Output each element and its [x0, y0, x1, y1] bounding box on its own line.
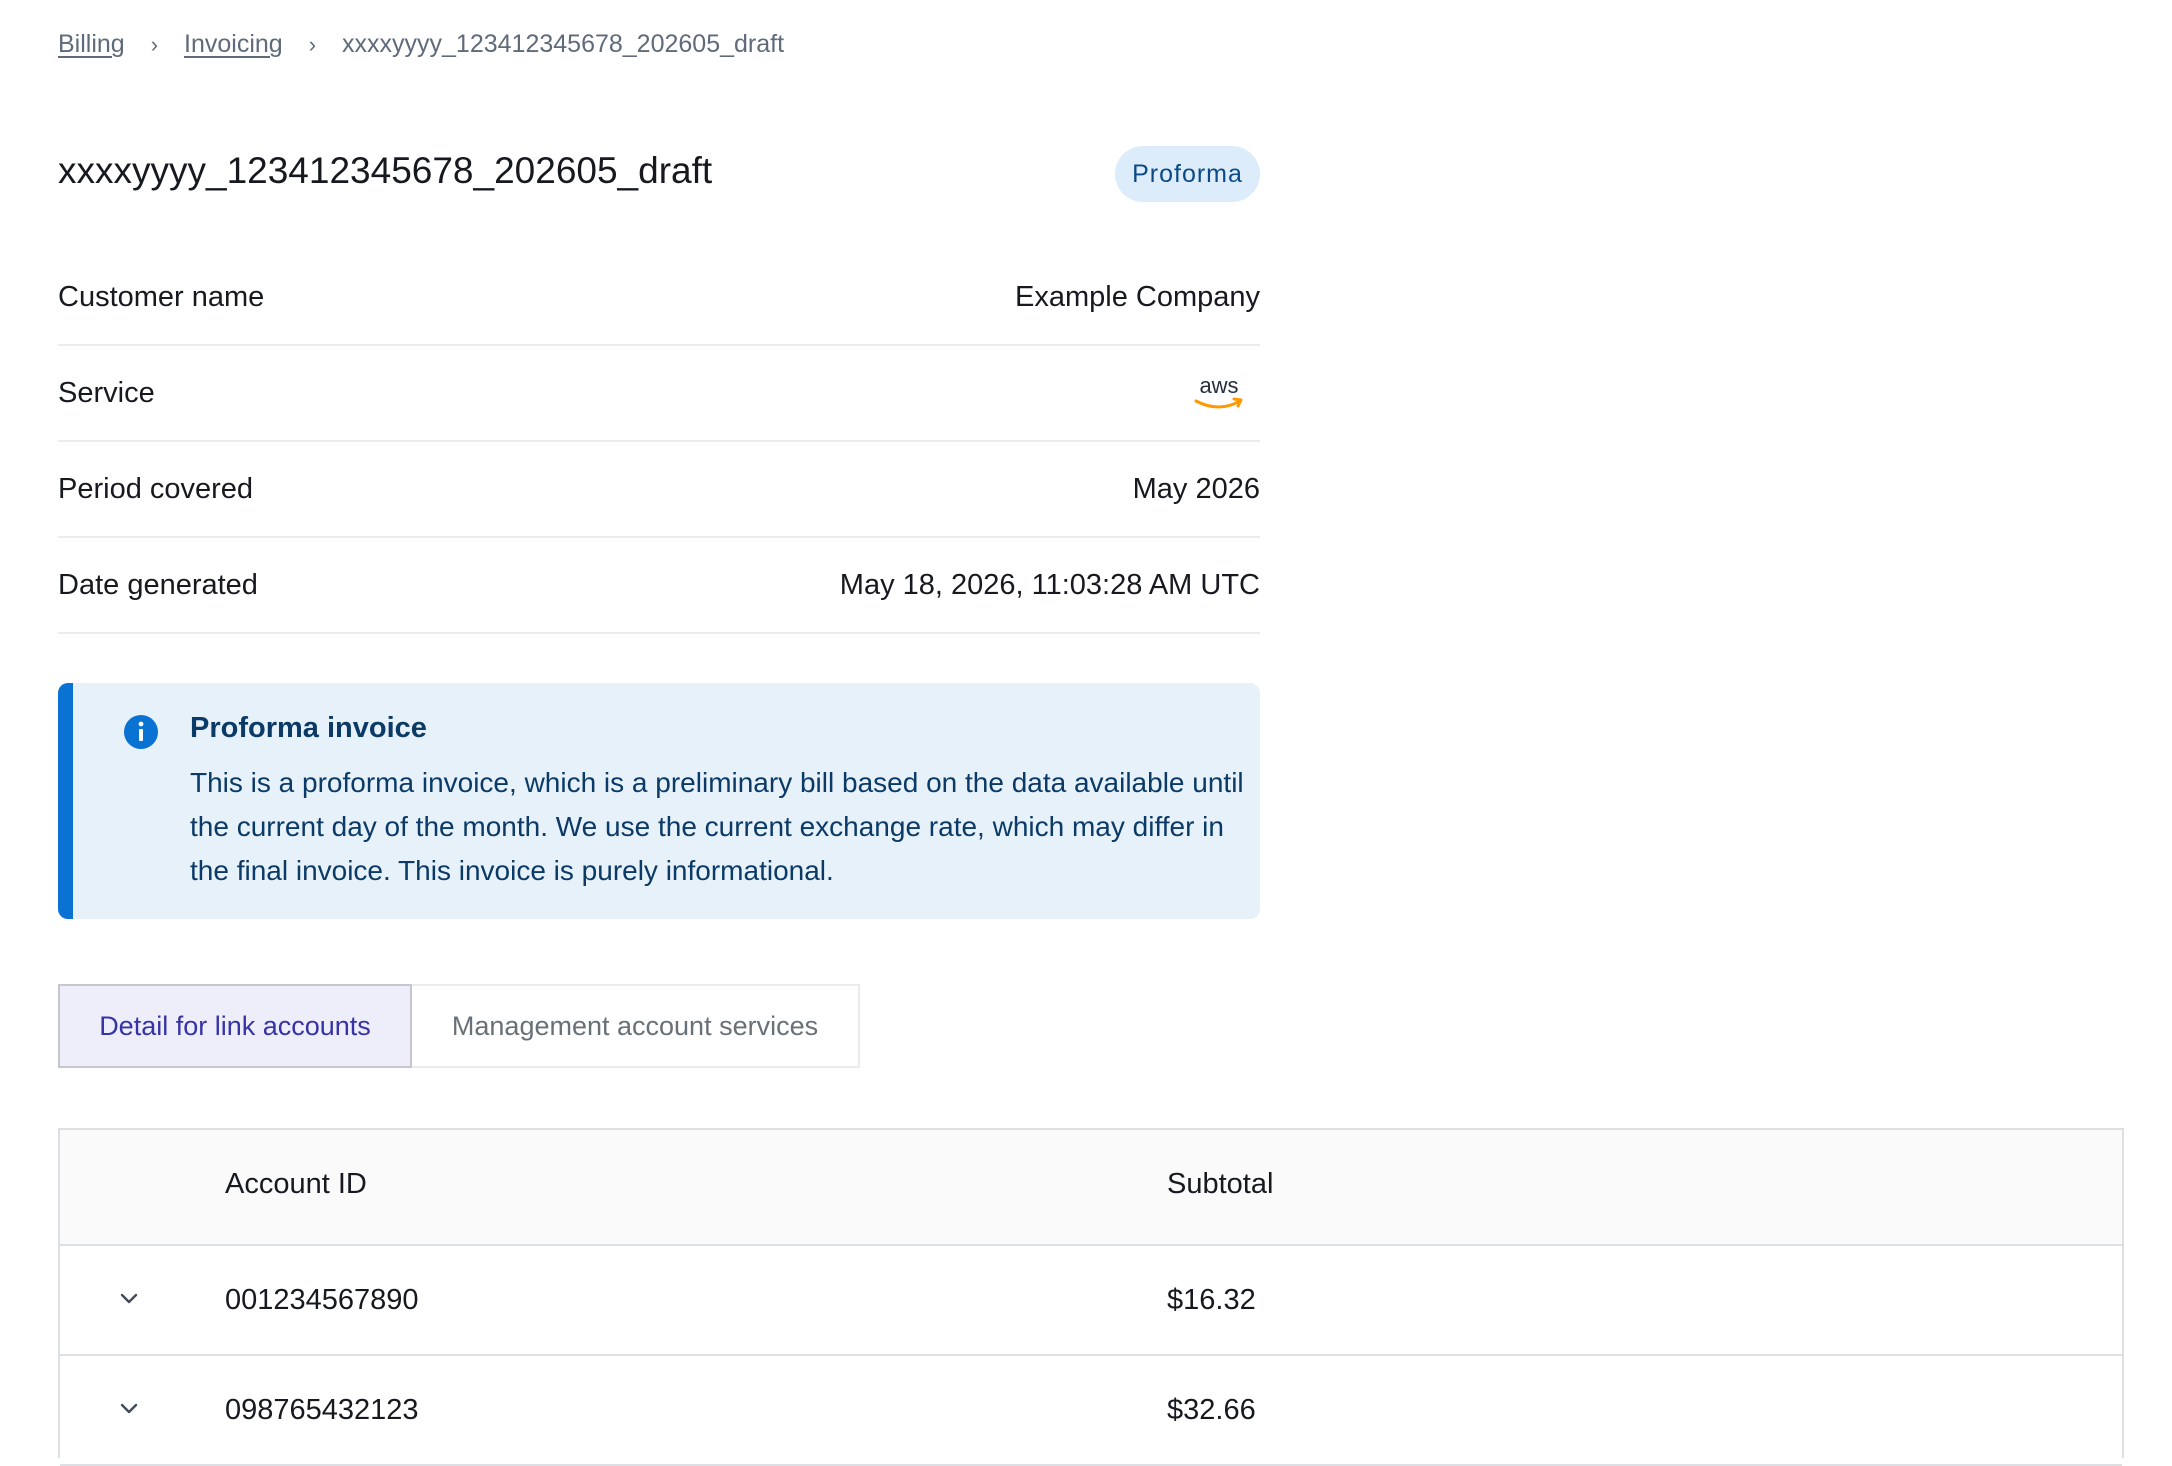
period-label: Period covered: [58, 472, 254, 505]
account-id-cell: 001234567890: [225, 1284, 419, 1316]
customer-name-row: Customer name Example Company: [58, 250, 1260, 346]
table-row: 001234567890 $16.32: [60, 1246, 2122, 1356]
customer-name-value: Example Company: [1015, 280, 1260, 313]
info-icon: [124, 715, 158, 749]
chevron-right-icon: ›: [308, 31, 317, 57]
status-badge: Proforma: [1115, 146, 1260, 202]
svg-text:aws: aws: [1199, 373, 1238, 398]
date-generated-row: Date generated May 18, 2026, 11:03:28 AM…: [58, 538, 1260, 634]
table-header: Account ID Subtotal: [60, 1130, 2122, 1246]
accounts-table: Account ID Subtotal 001234567890 $16.32 …: [58, 1128, 2124, 1466]
column-header-account-id[interactable]: Account ID: [225, 1168, 367, 1201]
invoice-details: Customer name Example Company Service aw…: [58, 250, 1260, 634]
chevron-down-icon[interactable]: [114, 1394, 144, 1424]
chevron-down-icon[interactable]: [114, 1284, 144, 1314]
tab-bar: Detail for link accounts Management acco…: [58, 984, 860, 1068]
breadcrumb-billing-link[interactable]: Billing: [58, 30, 125, 59]
alert-title: Proforma invoice: [190, 712, 427, 744]
period-row: Period covered May 2026: [58, 442, 1260, 538]
alert-body: This is a proforma invoice, which is a p…: [190, 767, 1244, 886]
customer-name-label: Customer name: [58, 280, 265, 313]
subtotal-cell: $16.32: [1167, 1284, 1256, 1316]
proforma-info-alert: Proforma invoice This is a proforma invo…: [58, 683, 1260, 919]
service-row: Service aws: [58, 346, 1260, 442]
aws-logo-icon: aws: [1194, 373, 1243, 409]
subtotal-cell: $32.66: [1167, 1394, 1256, 1426]
period-value: May 2026: [1132, 472, 1260, 505]
date-generated-value: May 18, 2026, 11:03:28 AM UTC: [839, 568, 1260, 601]
page-title: xxxxyyyy_123412345678_202605_draft: [58, 150, 713, 191]
chevron-right-icon: ›: [150, 31, 159, 57]
account-id-cell: 098765432123: [225, 1394, 419, 1426]
table-row: 098765432123 $32.66: [60, 1356, 2122, 1466]
breadcrumb-current: xxxxyyyy_123412345678_202605_draft: [342, 30, 785, 58]
breadcrumb-invoicing-link[interactable]: Invoicing: [184, 30, 283, 59]
tab-detail-link-accounts[interactable]: Detail for link accounts: [58, 984, 412, 1068]
column-header-subtotal[interactable]: Subtotal: [1167, 1168, 1273, 1201]
breadcrumb: Billing › Invoicing › xxxxyyyy_123412345…: [58, 30, 784, 59]
tab-management-account-services[interactable]: Management account services: [412, 984, 860, 1068]
service-label: Service: [58, 376, 155, 409]
date-generated-label: Date generated: [58, 568, 258, 601]
